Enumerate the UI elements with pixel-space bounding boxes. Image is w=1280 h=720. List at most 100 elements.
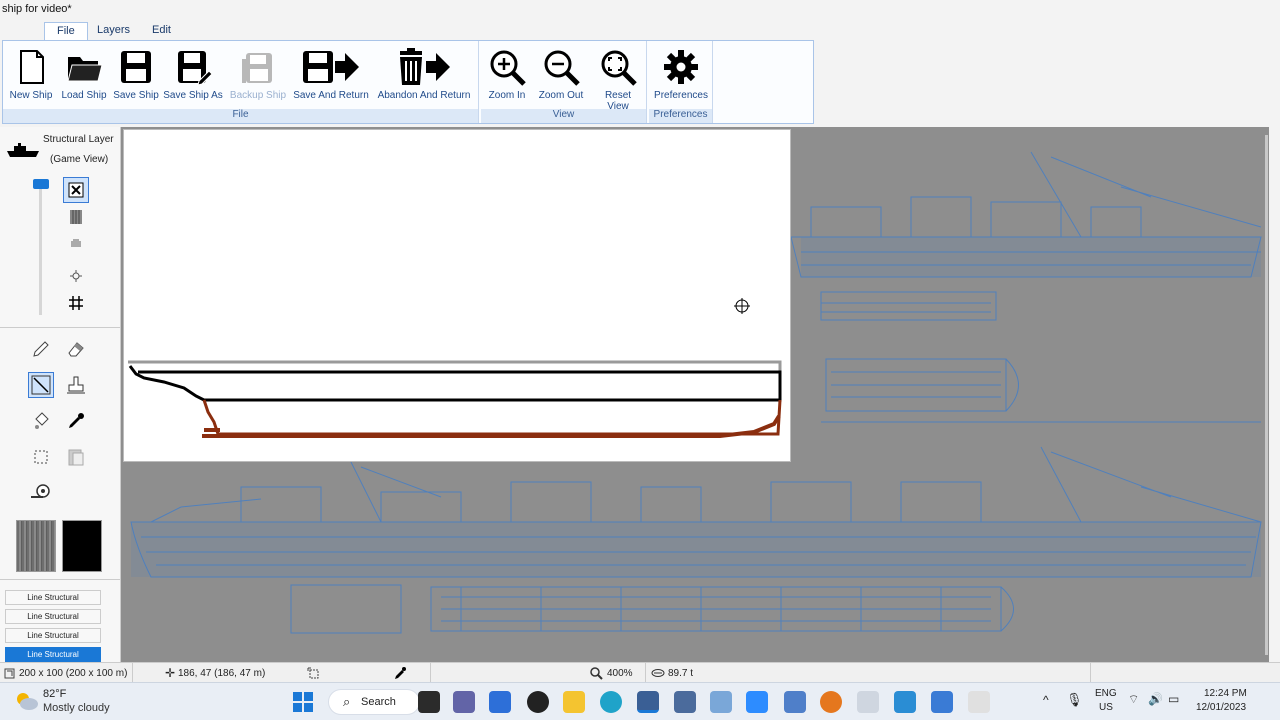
- weather-icon[interactable]: [14, 690, 40, 712]
- ribbon-group-preferences: Preferences Preferences: [649, 41, 713, 123]
- save-ship-as-label: Save Ship As: [163, 90, 223, 101]
- edge-icon[interactable]: [600, 691, 622, 713]
- eraser-app-icon[interactable]: [857, 691, 879, 713]
- zoom-in-button[interactable]: Zoom In: [485, 47, 529, 101]
- game-view-button[interactable]: [63, 231, 89, 257]
- backup-icon: [242, 53, 272, 83]
- abandon-and-return-button[interactable]: Abandon And Return: [375, 47, 473, 101]
- center-button[interactable]: [63, 263, 89, 289]
- zoom-out-label: Zoom Out: [538, 90, 584, 101]
- save-and-return-button[interactable]: Save And Return: [293, 47, 369, 101]
- secondary-material-swatch[interactable]: [62, 520, 102, 572]
- save-return-icon: [303, 51, 359, 83]
- orange-app-icon[interactable]: [820, 691, 842, 713]
- new-ship-button[interactable]: New Ship: [7, 47, 55, 101]
- clock-date[interactable]: 12/01/2023: [1196, 702, 1246, 713]
- zoom-out-button[interactable]: Zoom Out: [537, 47, 585, 101]
- teams-icon[interactable]: [453, 691, 475, 713]
- primary-material-swatch[interactable]: [16, 520, 56, 572]
- line-tool-button[interactable]: [28, 372, 54, 398]
- ship-icon: [7, 143, 39, 157]
- mouse-app-icon[interactable]: [674, 691, 696, 713]
- search-label: Search: [361, 696, 396, 708]
- tab-layers[interactable]: Layers: [85, 22, 142, 40]
- opacity-slider-track[interactable]: [39, 181, 42, 315]
- opacity-slider-thumb[interactable]: [33, 179, 49, 189]
- hull-drawing: [128, 360, 782, 438]
- notepad-icon[interactable]: [931, 691, 953, 713]
- pencil-tool-button[interactable]: [28, 336, 54, 362]
- save-as-icon: [178, 51, 213, 86]
- preferences-button[interactable]: Preferences: [653, 47, 709, 101]
- backup-ship-button[interactable]: Backup Ship: [229, 47, 287, 101]
- layer-list-item[interactable]: Line Structural: [5, 609, 101, 624]
- crosshair-cursor-icon: [734, 298, 750, 314]
- hide-layer-button[interactable]: [63, 177, 89, 203]
- snip-icon[interactable]: [784, 691, 806, 713]
- zoom-level-text: 400%: [607, 668, 633, 679]
- view-group-label: View: [481, 109, 646, 123]
- cursor-position-text: 186, 47 (186, 47 m): [178, 668, 266, 679]
- reset-view-button[interactable]: Reset View: [593, 47, 643, 112]
- chevron-up-icon[interactable]: ^: [1043, 693, 1049, 707]
- layer-list-item[interactable]: Line Structural: [5, 590, 101, 605]
- preferences-group-label: Preferences: [649, 109, 712, 123]
- texture-view-button[interactable]: [63, 204, 89, 230]
- mass-icon: [651, 669, 665, 677]
- dell-icon[interactable]: [527, 691, 549, 713]
- panel-divider: [0, 327, 121, 328]
- select-tool-button[interactable]: [28, 444, 54, 470]
- battery-icon[interactable]: ▭: [1168, 692, 1179, 706]
- volume-icon[interactable]: 🔊: [1148, 692, 1163, 706]
- status-bar: 200 x 100 (200 x 100 m) ✛ 186, 47 (186, …: [0, 662, 1280, 683]
- status-divider: [132, 663, 133, 683]
- ship-drawing-area[interactable]: [123, 129, 791, 462]
- lang-line1[interactable]: ENG: [1095, 688, 1117, 699]
- paste-tool-button[interactable]: [63, 444, 89, 470]
- task-view-icon[interactable]: [418, 691, 440, 713]
- measure-tool-button[interactable]: [28, 479, 54, 505]
- ship-editor-app-icon[interactable]: [637, 691, 659, 713]
- layer-title: Structural Layer: [43, 134, 114, 145]
- grid-toggle-button[interactable]: [63, 290, 89, 316]
- save-icon: [121, 51, 151, 83]
- load-ship-button[interactable]: Load Ship: [59, 47, 109, 101]
- wifi-icon[interactable]: ⌔: [1128, 692, 1139, 707]
- blue-app-icon[interactable]: [894, 691, 916, 713]
- photos-icon[interactable]: [710, 691, 732, 713]
- tab-edit[interactable]: Edit: [140, 22, 183, 40]
- lang-line2[interactable]: US: [1099, 702, 1113, 713]
- fill-tool-button[interactable]: [28, 408, 54, 434]
- layer-list-item-selected[interactable]: Line Structural: [5, 647, 101, 662]
- grid-icon: [69, 296, 83, 310]
- weather-desc: Mostly cloudy: [43, 702, 110, 714]
- tab-file[interactable]: File: [44, 22, 88, 40]
- crosshair-icon: [70, 270, 82, 282]
- mass-text: 89.7 t: [668, 668, 694, 679]
- layer-list-item[interactable]: Line Structural: [5, 628, 101, 643]
- store-icon[interactable]: [489, 691, 511, 713]
- selection-icon: [34, 450, 48, 464]
- eraser-tool-button[interactable]: [63, 336, 89, 362]
- file-explorer-icon[interactable]: [563, 691, 585, 713]
- zoom-in-label: Zoom In: [488, 90, 526, 101]
- ship-size-icon: [4, 668, 15, 679]
- save-ship-button[interactable]: Save Ship: [113, 47, 159, 101]
- clock-time[interactable]: 12:24 PM: [1204, 688, 1247, 699]
- snipping-tool-icon[interactable]: [968, 691, 990, 713]
- load-ship-label: Load Ship: [61, 90, 107, 101]
- flood-tool-button[interactable]: [63, 372, 89, 398]
- taskbar-search[interactable]: ⌕ Search: [328, 689, 420, 715]
- microphone-icon[interactable]: 🎙: [1066, 692, 1083, 708]
- zoom-app-icon[interactable]: [746, 691, 768, 713]
- eyedropper-tool-button[interactable]: [63, 408, 89, 434]
- windows-start-icon[interactable]: [293, 692, 313, 712]
- game-view-icon: [71, 239, 81, 247]
- texture-icon: [70, 210, 82, 224]
- eyedropper-status-icon: [395, 667, 406, 679]
- vertical-scrollbar[interactable]: [1265, 135, 1268, 655]
- status-divider: [430, 663, 431, 683]
- save-ship-as-button[interactable]: Save Ship As: [163, 47, 223, 101]
- ship-canvas[interactable]: [121, 127, 1269, 662]
- ship-size-text: 200 x 100 (200 x 100 m): [19, 668, 128, 679]
